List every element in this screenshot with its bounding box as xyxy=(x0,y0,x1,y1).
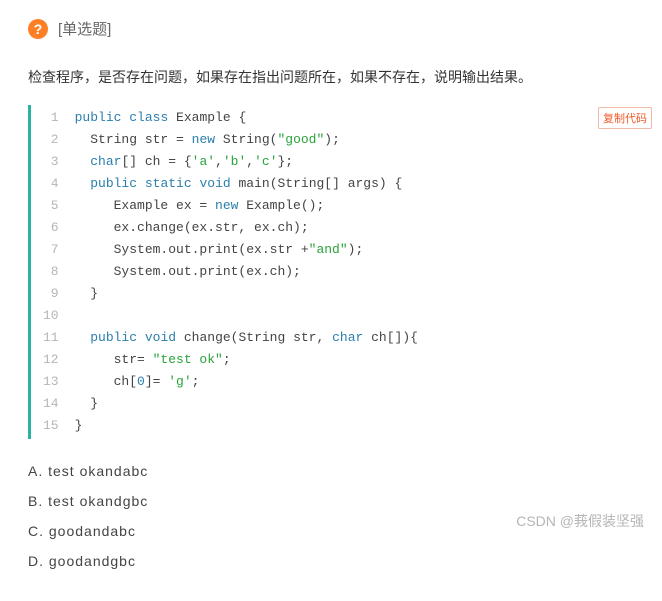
line-number: 2 xyxy=(43,129,59,151)
line-number: 7 xyxy=(43,239,59,261)
line-number: 12 xyxy=(43,349,59,371)
line-number-gutter: 123456789101112131415 xyxy=(31,105,69,439)
code-lines: public class Example { String str = new … xyxy=(69,105,424,439)
line-number: 3 xyxy=(43,151,59,173)
line-number: 4 xyxy=(43,173,59,195)
option-d[interactable]: D. goodandgbc xyxy=(28,553,638,569)
question-mark-icon: ? xyxy=(28,19,48,39)
question-prompt: 检查程序，是否存在问题，如果存在指出问题所在，如果不存在，说明输出结果。 xyxy=(28,67,638,87)
code-block: 123456789101112131415 public class Examp… xyxy=(28,105,638,439)
option-b[interactable]: B. test okandgbc xyxy=(28,493,638,509)
line-number: 9 xyxy=(43,283,59,305)
line-number: 13 xyxy=(43,371,59,393)
code-line: } xyxy=(75,415,418,437)
line-number: 15 xyxy=(43,415,59,437)
code-line: System.out.print(ex.ch); xyxy=(75,261,418,283)
code-line: } xyxy=(75,393,418,415)
code-line: public class Example { xyxy=(75,107,418,129)
line-number: 14 xyxy=(43,393,59,415)
code-line: public static void main(String[] args) { xyxy=(75,173,418,195)
option-a[interactable]: A. test okandabc xyxy=(28,463,638,479)
code-line: str= "test ok"; xyxy=(75,349,418,371)
question-header: ? [单选题] xyxy=(28,18,638,39)
code-container: 复制代码 123456789101112131415 public class … xyxy=(28,105,638,439)
copy-code-button[interactable]: 复制代码 xyxy=(598,107,652,129)
code-line: Example ex = new Example(); xyxy=(75,195,418,217)
line-number: 6 xyxy=(43,217,59,239)
line-number: 10 xyxy=(43,305,59,327)
code-line: ch[0]= 'g'; xyxy=(75,371,418,393)
line-number: 5 xyxy=(43,195,59,217)
code-line: public void change(String str, char ch[]… xyxy=(75,327,418,349)
question-type-label: [单选题] xyxy=(58,18,111,39)
code-line: System.out.print(ex.str +"and"); xyxy=(75,239,418,261)
line-number: 11 xyxy=(43,327,59,349)
code-line: String str = new String("good"); xyxy=(75,129,418,151)
code-line: ex.change(ex.str, ex.ch); xyxy=(75,217,418,239)
line-number: 1 xyxy=(43,107,59,129)
line-number: 8 xyxy=(43,261,59,283)
code-line: } xyxy=(75,283,418,305)
code-line: char[] ch = {'a','b','c'}; xyxy=(75,151,418,173)
code-line xyxy=(75,305,418,327)
watermark: CSDN @莪假装坚强 xyxy=(516,511,644,531)
